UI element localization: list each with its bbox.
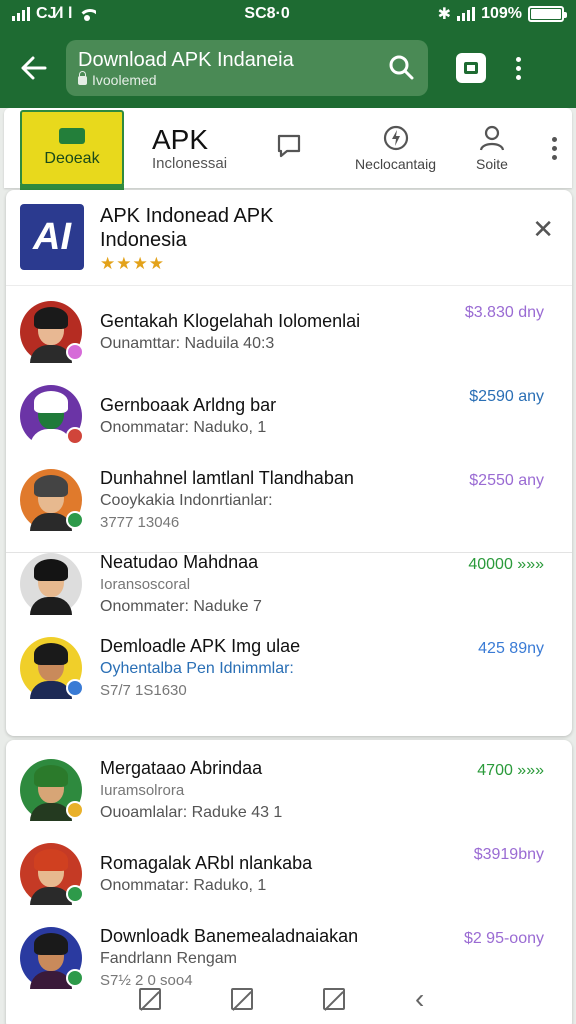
list-item[interactable]: Dunhahnel lamtlanl Tlandhaban Cooykakia I… <box>6 458 572 542</box>
battery-icon <box>528 6 567 22</box>
bolt-circle-icon <box>383 125 408 151</box>
item-title: Mergataao Abrindaa <box>100 758 263 778</box>
battery-percent: 109% <box>481 5 522 22</box>
list-item[interactable]: Mergataao Abrindaa Iuramsolrora Ouoamlalar… <box>6 748 572 832</box>
item-price: $2550 any <box>469 472 544 489</box>
address-bar[interactable]: Download APK Indaneia Ivoolemed <box>66 40 428 96</box>
item-tag: Iuramsolrora <box>100 782 185 799</box>
item-price: $3919bny <box>473 846 544 863</box>
item-subtitle: Ouoamlalar: Raduke 43 1 <box>100 804 283 821</box>
status-badge <box>66 427 84 445</box>
item-price: 425 89ny <box>478 640 544 657</box>
apk-indonesia-logo: AI <box>20 204 84 270</box>
item-meta: 3777 13046 <box>100 514 180 531</box>
url-text: Ivoolemed <box>92 72 157 88</box>
item-subtitle: Cooykakia Indonrtianlar: <box>100 492 273 509</box>
status-badge <box>66 679 84 697</box>
signal-icon-2 <box>457 7 476 21</box>
nav-profile[interactable]: Soite <box>476 124 508 172</box>
item-title: Gentakah Klogelahah Iolomenlai <box>100 311 361 331</box>
avatar <box>20 469 84 531</box>
page-title: Download APK Indaneia <box>78 49 294 71</box>
item-subtitle: Ounamttar: Naduila 40:3 <box>100 335 275 352</box>
edit-icon-2[interactable] <box>231 988 253 1010</box>
status-badge <box>66 343 84 361</box>
edit-icon[interactable] <box>139 988 161 1010</box>
item-title: Neatudao Mahdnaa <box>100 552 259 572</box>
app-name: APK <box>152 123 209 155</box>
item-title: Downloadk Banemealadnaiakan <box>100 926 359 946</box>
list-item[interactable]: Demloadle APK Img ulae Oyhentalba Pen Idn… <box>6 626 572 710</box>
close-icon[interactable]: ✕ <box>532 214 554 245</box>
item-title: Demloadle APK Img ulae <box>100 636 301 656</box>
avatar <box>20 637 84 699</box>
list-item[interactable]: Neatudao Mahdnaa Ioransoscoral Onommater: … <box>6 542 572 626</box>
wifi-icon <box>78 7 97 21</box>
item-subtitle: Fandrlann Rengam <box>100 950 237 967</box>
item-subtitle: Oyhentalba Pen Idnimmlar: <box>100 660 294 677</box>
chat-bubble-icon <box>277 134 301 158</box>
nav-profile-label: Soite <box>475 156 508 172</box>
more-vert-icon[interactable] <box>516 56 521 80</box>
divider <box>6 552 572 553</box>
item-tag: Ioransoscoral <box>100 576 191 593</box>
avatar <box>20 759 84 821</box>
result-title: APK Indonead APK <box>100 205 274 227</box>
app-more-icon[interactable] <box>551 136 557 160</box>
app-header: Deoeak APK Inclonessai Neclocantaig Soit… <box>4 108 572 190</box>
search-icon[interactable] <box>388 54 414 80</box>
nav-download[interactable]: Neclocantaig <box>355 124 436 172</box>
item-price: 40000 »»» <box>468 556 544 573</box>
back-arrow-icon[interactable] <box>14 48 54 88</box>
tabs-icon <box>464 62 478 74</box>
item-price: 4700 »»» <box>477 762 544 779</box>
browser-toolbar: Download APK Indaneia Ivoolemed <box>0 28 576 108</box>
results-card: AI APK Indonead APK Indonesia ★★★★ ✕ Gen… <box>6 190 572 736</box>
item-meta: S7/7 1S1630 <box>100 682 187 699</box>
lock-icon <box>78 70 87 85</box>
app-logo[interactable]: Deoeak <box>20 110 124 190</box>
clock: SC8·0 <box>244 5 290 22</box>
back-chevron-icon[interactable]: ‹ <box>415 985 437 1013</box>
avatar <box>20 843 84 905</box>
item-price: $3.830 dny <box>464 304 544 321</box>
item-title: Romagalak ARbl nlankaba <box>100 853 313 873</box>
signal-icon <box>12 7 30 21</box>
avatar <box>20 385 84 447</box>
logo-mark-icon <box>59 128 85 144</box>
list-item[interactable]: Romagalak ARbl nlankaba Onommatar: Raduko… <box>6 832 572 916</box>
item-title: Gernboaak Arldng bar <box>100 395 277 415</box>
result-title-2: Indonesia <box>100 229 187 251</box>
list-item[interactable]: Gernboaak Arldng bar Onommatar: Naduko, 1… <box>6 374 572 458</box>
item-subtitle: Onommatar: Naduko, 1 <box>100 419 267 436</box>
person-icon <box>479 125 505 151</box>
system-nav-bar: ‹ <box>0 974 576 1024</box>
avatar <box>20 301 84 363</box>
status-badge <box>66 801 84 819</box>
item-subtitle: Onommatar: Raduko, 1 <box>100 877 267 894</box>
rating-stars: ★★★★ <box>100 254 165 273</box>
nav-chat[interactable] <box>275 132 303 164</box>
status-bar: CJ⁄l l SC8·0 ✱ 109% <box>0 0 576 28</box>
item-price: $2590 any <box>469 388 544 405</box>
item-price: $2 95-oony <box>463 930 544 947</box>
bluetooth-icon: ✱ <box>437 6 452 23</box>
app-subname: Inclonessai <box>152 154 228 172</box>
list-item[interactable]: Gentakah Klogelahah Iolomenlai Ounamttar:… <box>6 290 572 374</box>
logo-label: Deoeak <box>44 150 100 167</box>
item-title: Dunhahnel lamtlanl Tlandhaban <box>100 468 354 488</box>
tabs-button[interactable] <box>456 53 486 83</box>
item-subtitle: Onommater: Naduke 7 <box>100 598 262 615</box>
app-result-header[interactable]: AI APK Indonead APK Indonesia ★★★★ ✕ <box>6 190 572 286</box>
carrier-text: CJ⁄l l <box>36 5 73 22</box>
status-badge <box>66 511 84 529</box>
nav-download-label: Neclocantaig <box>355 156 436 172</box>
avatar <box>20 553 82 615</box>
edit-icon-3[interactable] <box>323 988 345 1010</box>
status-badge <box>66 885 84 903</box>
